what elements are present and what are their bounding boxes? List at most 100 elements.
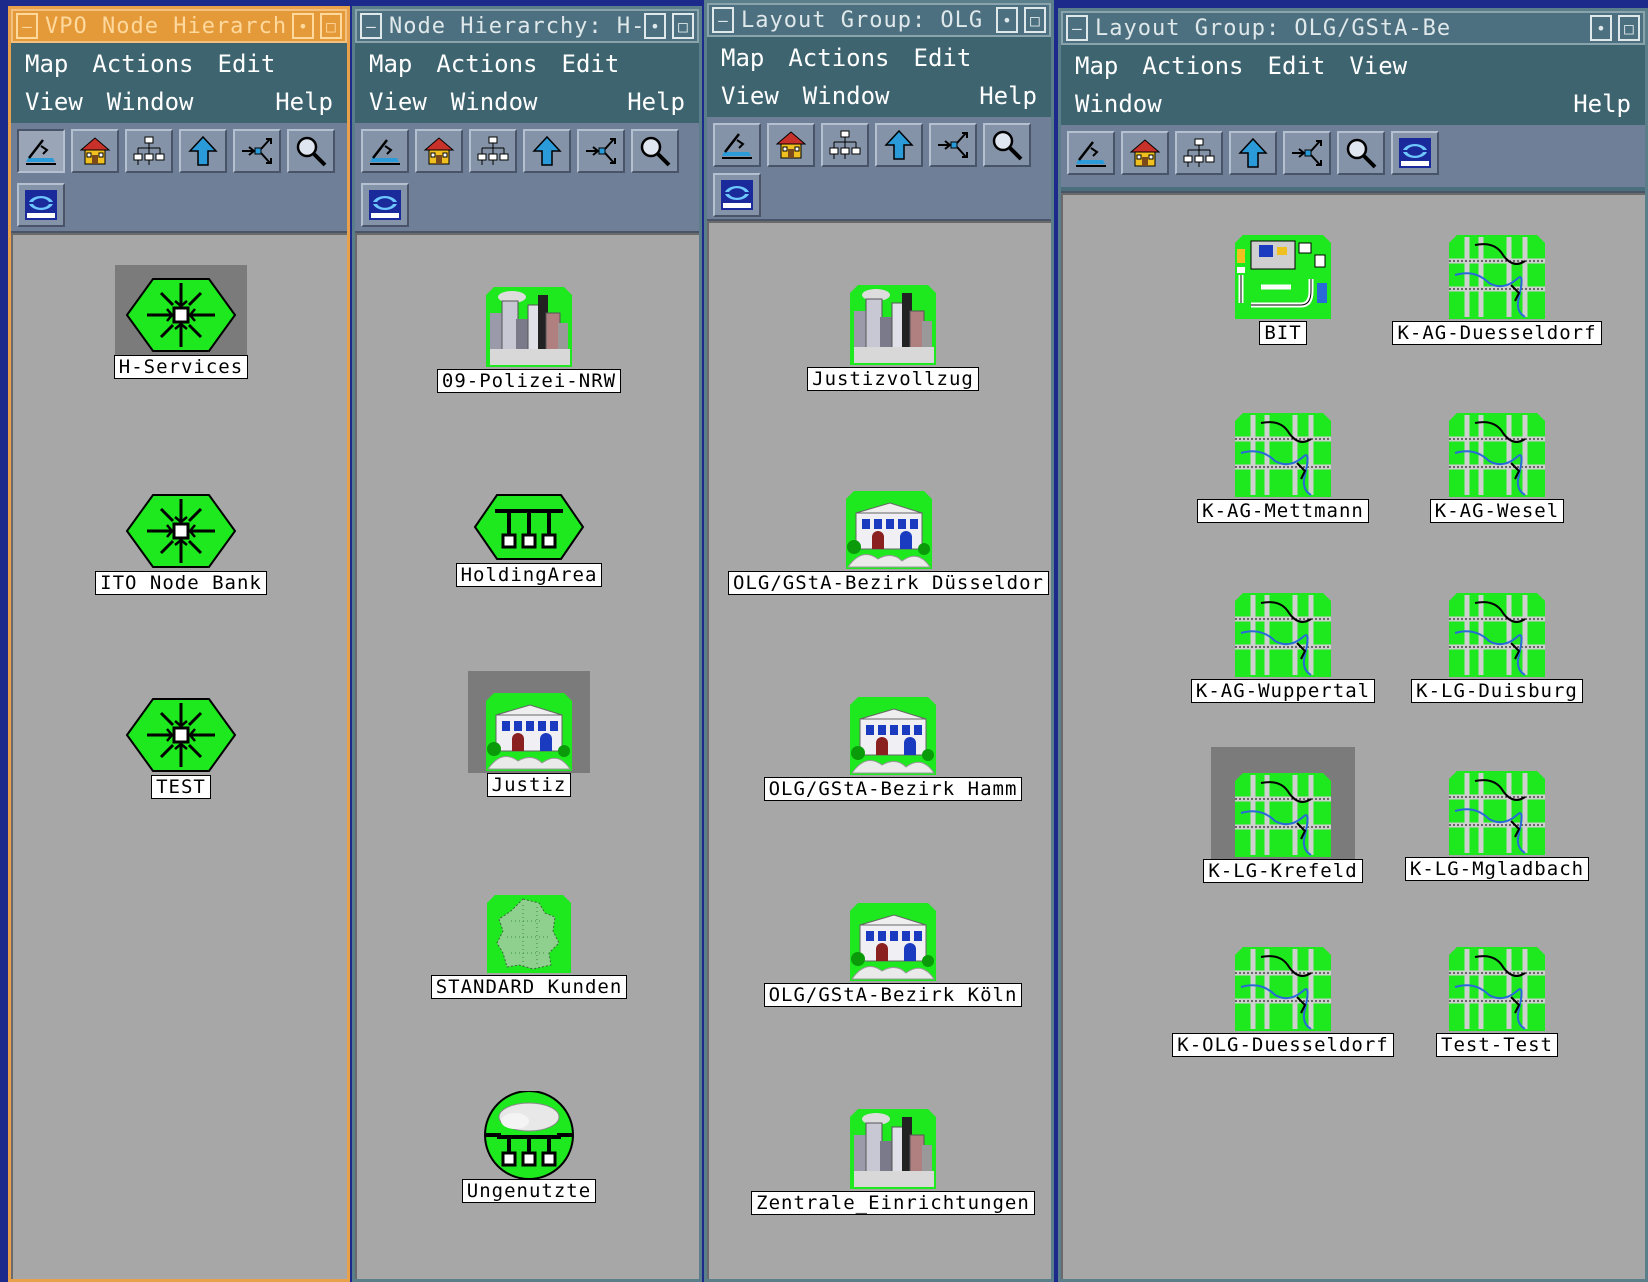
- parent-up-button[interactable]: [1229, 131, 1277, 175]
- find-icon: [989, 128, 1025, 162]
- map-node[interactable]: K-AG-Mettmann: [1197, 409, 1369, 523]
- menu-window[interactable]: Window: [1075, 90, 1162, 118]
- home-button[interactable]: [71, 129, 119, 173]
- quick-nav-button[interactable]: [233, 129, 281, 173]
- parent-up-button[interactable]: [523, 129, 571, 173]
- hp-openview-button[interactable]: [1391, 131, 1439, 175]
- maximize-button[interactable]: □: [320, 13, 342, 39]
- map-node[interactable]: ITO Node Bank: [95, 491, 267, 595]
- menu-view[interactable]: View: [369, 88, 427, 116]
- window-menu-button[interactable]: —: [712, 7, 734, 33]
- menu-help[interactable]: Help: [275, 88, 333, 116]
- menu-view[interactable]: View: [1349, 52, 1407, 80]
- minimize-button[interactable]: •: [292, 13, 314, 39]
- menu-help[interactable]: Help: [979, 82, 1037, 110]
- maximize-button[interactable]: □: [1024, 7, 1046, 33]
- map-node[interactable]: HoldingArea: [455, 491, 603, 587]
- menu-view[interactable]: View: [25, 88, 83, 116]
- menu-actions[interactable]: Actions: [788, 44, 889, 72]
- menu-map[interactable]: Map: [25, 50, 68, 78]
- menu-actions[interactable]: Actions: [1142, 52, 1243, 80]
- maximize-button[interactable]: □: [672, 13, 694, 39]
- menu-edit[interactable]: Edit: [1268, 52, 1326, 80]
- menu-edit[interactable]: Edit: [218, 50, 276, 78]
- map-node[interactable]: Test-Test: [1436, 943, 1558, 1057]
- window-menu-button[interactable]: —: [1066, 15, 1088, 41]
- map-node[interactable]: K-OLG-Duesseldorf: [1172, 943, 1394, 1057]
- map-node[interactable]: K-AG-Wesel: [1429, 409, 1565, 523]
- window-node-hierarchy-h[interactable]: — Node Hierarchy: H- • □ Map Actions Edi…: [352, 6, 702, 1282]
- map-node[interactable]: STANDARD Kunden: [430, 891, 628, 999]
- map-node[interactable]: Justizvollzug: [807, 281, 979, 391]
- close-level-button[interactable]: [1067, 131, 1115, 175]
- title-bar[interactable]: — Node Hierarchy: H- • □: [355, 9, 699, 43]
- map-node[interactable]: OLG/GStA-Bezirk Köln: [763, 899, 1023, 1007]
- menu-window[interactable]: Window: [803, 82, 890, 110]
- map-node[interactable]: BIT: [1231, 231, 1335, 345]
- window-layout-group-olg-gsta[interactable]: — Layout Group: OLG/GStA-Be • □ Map Acti…: [1058, 8, 1648, 1282]
- window-menu-button[interactable]: —: [16, 13, 38, 39]
- quick-nav-button[interactable]: [1283, 131, 1331, 175]
- minimize-button[interactable]: •: [1590, 15, 1612, 41]
- window-layout-group-olg[interactable]: — Layout Group: OLG • □ Map Actions Edit…: [704, 0, 1054, 1282]
- menu-actions[interactable]: Actions: [436, 50, 537, 78]
- find-button[interactable]: [631, 129, 679, 173]
- map-node[interactable]: Zentrale_Einrichtungen: [751, 1105, 1035, 1215]
- map-node[interactable]: K-LG-Krefeld: [1203, 747, 1363, 883]
- map-node[interactable]: OLG/GStA-Bezirk Hamm: [763, 693, 1023, 801]
- map-node[interactable]: Ungenutzte: [461, 1091, 597, 1203]
- home-button[interactable]: [415, 129, 463, 173]
- find-button[interactable]: [983, 123, 1031, 167]
- hierarchy-button[interactable]: [469, 129, 517, 173]
- map-node[interactable]: TEST: [123, 695, 239, 799]
- menu-view[interactable]: View: [721, 82, 779, 110]
- hierarchy-button[interactable]: [125, 129, 173, 173]
- map-node[interactable]: K-AG-Wuppertal: [1190, 589, 1376, 703]
- hp-openview-button[interactable]: [713, 173, 761, 217]
- menu-map[interactable]: Map: [1075, 52, 1118, 80]
- find-button[interactable]: [1337, 131, 1385, 175]
- map-node[interactable]: OLG/GStA-Bezirk Düsseldor: [728, 487, 1049, 595]
- menu-actions[interactable]: Actions: [92, 50, 193, 78]
- quick-nav-icon: [239, 134, 275, 168]
- map-node[interactable]: Justiz: [468, 671, 590, 797]
- menu-help[interactable]: Help: [627, 88, 685, 116]
- menu-map[interactable]: Map: [721, 44, 764, 72]
- title-bar[interactable]: — VPO Node Hierarch • □: [11, 9, 347, 43]
- quick-nav-button[interactable]: [929, 123, 977, 167]
- minimize-button[interactable]: •: [644, 13, 666, 39]
- maximize-button[interactable]: □: [1618, 15, 1640, 41]
- map-node[interactable]: K-LG-Duisburg: [1411, 589, 1583, 703]
- map-node[interactable]: K-AG-Duesseldorf: [1392, 231, 1602, 345]
- home-button[interactable]: [1121, 131, 1169, 175]
- hp-openview-button[interactable]: [361, 183, 409, 227]
- quick-nav-button[interactable]: [577, 129, 625, 173]
- close-level-icon: [1073, 136, 1109, 170]
- window-vpo-node-hierarchy[interactable]: — VPO Node Hierarch • □ Map Actions Edit…: [8, 6, 350, 1282]
- menu-edit[interactable]: Edit: [562, 50, 620, 78]
- map-node[interactable]: H-Services: [113, 265, 249, 379]
- hp-openview-button[interactable]: [17, 183, 65, 227]
- close-level-button[interactable]: [361, 129, 409, 173]
- map-node[interactable]: K-LG-Mgladbach: [1404, 767, 1590, 881]
- close-level-icon: [719, 128, 755, 162]
- find-button[interactable]: [287, 129, 335, 173]
- menu-window[interactable]: Window: [107, 88, 194, 116]
- title-bar[interactable]: — Layout Group: OLG/GStA-Be • □: [1061, 11, 1645, 45]
- menu-edit[interactable]: Edit: [914, 44, 972, 72]
- hierarchy-button[interactable]: [1175, 131, 1223, 175]
- menu-map[interactable]: Map: [369, 50, 412, 78]
- minimize-button[interactable]: •: [996, 7, 1018, 33]
- title-bar[interactable]: — Layout Group: OLG • □: [707, 3, 1051, 37]
- menu-help[interactable]: Help: [1573, 90, 1631, 118]
- parent-up-button[interactable]: [179, 129, 227, 173]
- parent-up-button[interactable]: [875, 123, 923, 167]
- close-level-button[interactable]: [17, 129, 65, 173]
- map-canvas[interactable]: [1061, 191, 1645, 1279]
- map-node[interactable]: 09-Polizei-NRW: [436, 283, 622, 393]
- hierarchy-button[interactable]: [821, 123, 869, 167]
- window-menu-button[interactable]: —: [360, 13, 382, 39]
- home-button[interactable]: [767, 123, 815, 167]
- menu-window[interactable]: Window: [451, 88, 538, 116]
- close-level-button[interactable]: [713, 123, 761, 167]
